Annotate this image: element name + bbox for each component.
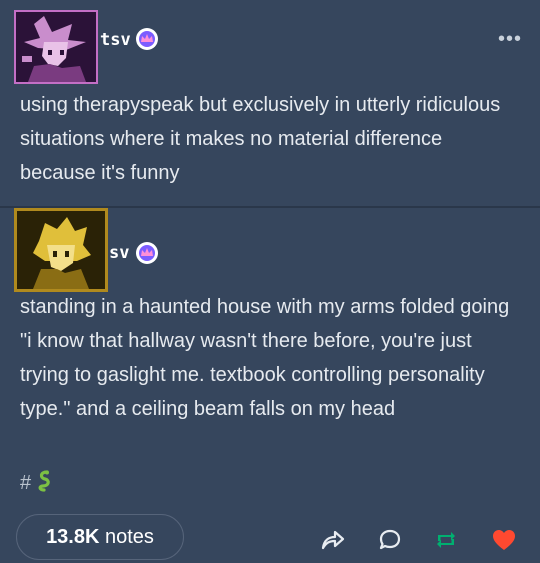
notes-label: notes <box>105 525 154 548</box>
notes-count: 13.8K <box>46 525 100 548</box>
like-icon[interactable] <box>490 526 518 554</box>
crown-badge-icon[interactable] <box>136 242 158 264</box>
tag-hash: # <box>20 472 32 494</box>
more-options-button[interactable]: ••• <box>498 28 522 51</box>
witch-avatar-image <box>16 12 96 82</box>
notes-button[interactable]: 13.8K notes <box>16 514 184 560</box>
tag[interactable]: # <box>20 470 51 495</box>
character-avatar-image <box>17 211 105 289</box>
avatar[interactable] <box>14 10 98 84</box>
post-reblog: sv standing in a haunted house with my a… <box>0 208 540 563</box>
reblog-icon[interactable] <box>432 526 460 554</box>
post-original: tsv ••• using therapyspeak but exclusive… <box>0 0 540 205</box>
crown-badge-icon[interactable] <box>136 28 158 50</box>
reply-icon[interactable] <box>376 526 404 554</box>
username[interactable]: tsv <box>100 30 131 50</box>
snake-emoji-icon <box>38 470 50 492</box>
post-text: using therapyspeak but exclusively in ut… <box>20 94 501 184</box>
post-text: standing in a haunted house with my arms… <box>20 296 510 420</box>
avatar[interactable] <box>14 208 108 292</box>
share-icon[interactable] <box>318 526 346 554</box>
username[interactable]: sv <box>109 243 129 263</box>
